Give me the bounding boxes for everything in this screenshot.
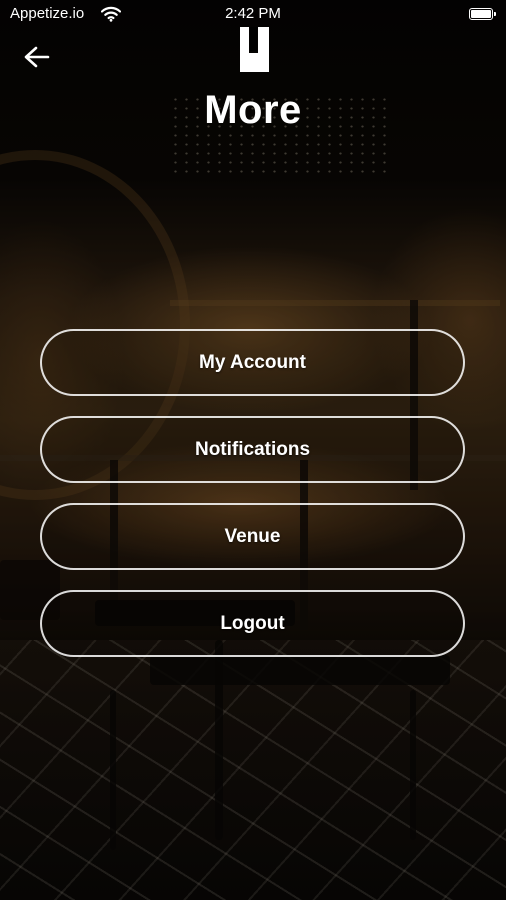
venue-logo-icon [240, 27, 269, 72]
status-bar: Appetize.io 2:42 PM [0, 0, 506, 30]
my-account-button[interactable]: My Account [40, 329, 465, 396]
arrow-left-icon [24, 46, 50, 68]
battery-icon [469, 8, 496, 20]
status-time: 2:42 PM [225, 5, 281, 22]
logout-button[interactable]: Logout [40, 590, 465, 657]
page-title: More [204, 88, 302, 132]
back-button[interactable] [20, 42, 54, 72]
more-menu: My Account Notifications Venue Logout [40, 329, 465, 677]
notifications-button[interactable]: Notifications [40, 416, 465, 483]
venue-button[interactable]: Venue [40, 503, 465, 570]
